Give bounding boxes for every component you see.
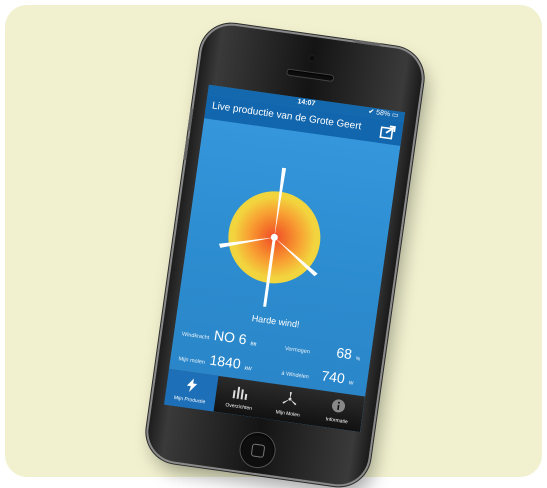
stat-unit: kW bbox=[244, 365, 253, 373]
share-icon bbox=[379, 125, 396, 140]
windmill-icon bbox=[218, 167, 318, 307]
production-panel: Harde wind! Windkracht NO 6 Bft Vermogen… bbox=[169, 118, 401, 397]
stat-value: 1840 bbox=[208, 351, 242, 372]
lightning-icon bbox=[186, 378, 197, 392]
tab-overzichten[interactable]: Overzichten bbox=[213, 376, 267, 419]
stat-label: Windkracht bbox=[181, 331, 210, 342]
home-square-icon bbox=[250, 443, 266, 458]
tab-mijn-productie[interactable]: Mijn Productie bbox=[163, 368, 219, 412]
bar-chart-icon bbox=[232, 386, 248, 401]
windmill-icon bbox=[282, 391, 297, 406]
tab-label: Mijn Molen bbox=[275, 409, 301, 419]
stat-unit: % bbox=[355, 355, 361, 363]
stat-label: Vermogen bbox=[284, 345, 311, 356]
stat-windkracht: Windkracht NO 6 Bft bbox=[181, 323, 258, 351]
stat-unit: W bbox=[348, 380, 354, 387]
stat-value: NO 6 bbox=[213, 326, 248, 348]
earpiece-speaker bbox=[287, 69, 334, 81]
home-button[interactable] bbox=[238, 430, 277, 470]
front-camera bbox=[308, 54, 317, 63]
tab-label: Mijn Productie bbox=[173, 394, 206, 406]
info-icon bbox=[332, 399, 346, 413]
tab-label: Informatie bbox=[325, 416, 349, 426]
share-button[interactable] bbox=[379, 123, 397, 140]
stat-vermogen: Vermogen 68 % bbox=[284, 337, 362, 365]
tab-label: Overzichten bbox=[225, 402, 253, 412]
stat-value: 68 bbox=[335, 344, 354, 363]
stat-label: à Windelen bbox=[281, 370, 310, 381]
tab-mijn-molen[interactable]: Mijn Molen bbox=[262, 383, 316, 426]
stat-unit: Bft bbox=[249, 341, 257, 348]
stat-label: Mijn molen bbox=[178, 356, 206, 366]
app-screen: 14:07 ✔ 58% ▭ Live productie van de Grot… bbox=[163, 84, 406, 433]
stat-value: 740 bbox=[320, 367, 346, 387]
tab-informatie[interactable]: Informatie bbox=[311, 390, 365, 433]
